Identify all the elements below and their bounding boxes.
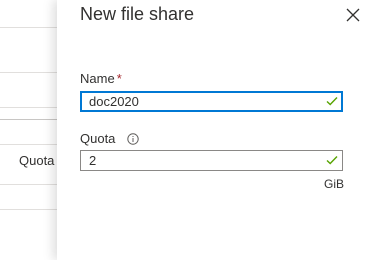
background-page: Quota — [0, 0, 60, 260]
checkmark-icon — [326, 156, 338, 165]
close-button[interactable] — [344, 6, 362, 24]
background-row-divider — [0, 119, 60, 120]
panel-title: New file share — [80, 4, 195, 24]
quota-input[interactable]: 2 — [80, 150, 343, 171]
name-input-value: doc2020 — [89, 94, 139, 109]
background-row-divider — [0, 27, 60, 28]
background-row-divider — [0, 72, 60, 73]
background-row-divider — [0, 107, 60, 108]
background-row-divider — [0, 184, 60, 185]
quota-unit-label: GiB — [324, 177, 345, 191]
name-label-text: Name — [80, 71, 115, 86]
new-file-share-panel: New file share Name * doc2020 Quota 2 GiB — [57, 0, 370, 260]
close-icon — [346, 8, 360, 22]
background-row-divider — [0, 144, 60, 145]
info-icon[interactable] — [127, 132, 139, 145]
required-indicator: * — [116, 71, 122, 86]
quota-label-text: Quota — [80, 131, 116, 146]
background-row-divider — [0, 209, 60, 210]
quota-input-value: 2 — [89, 153, 97, 168]
background-quota-column-header: Quota — [19, 153, 55, 168]
name-label: Name * — [80, 71, 122, 86]
quota-label: Quota — [80, 131, 139, 146]
checkmark-icon — [326, 97, 338, 106]
name-input[interactable]: doc2020 — [80, 91, 343, 112]
